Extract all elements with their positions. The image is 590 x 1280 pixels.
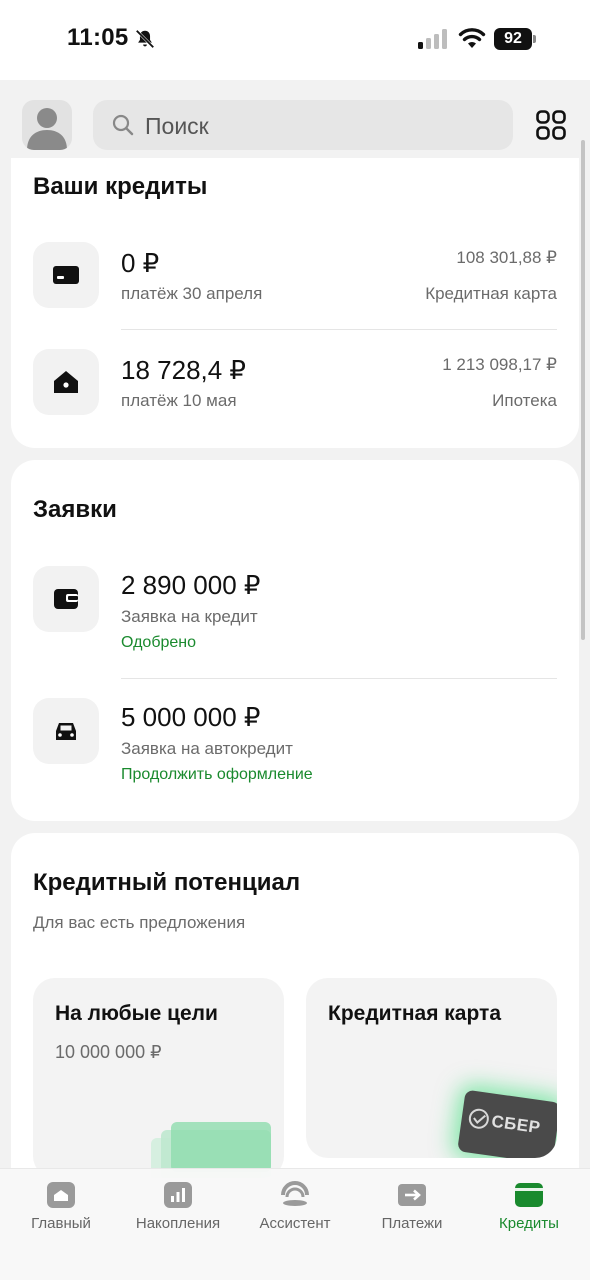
tab-home[interactable]: Главный (6, 1181, 116, 1241)
offer-any-purpose[interactable]: На любые цели 10 000 000 ₽ (33, 978, 284, 1178)
avatar[interactable] (22, 100, 72, 150)
bell-muted-icon (135, 29, 155, 49)
offer-credit-card[interactable]: Кредитная карта СБЕР (306, 978, 557, 1158)
sber-card-illustration: СБЕР (457, 1089, 557, 1158)
status-bar: 11:05 92 (0, 0, 590, 80)
credit-type: Кредитная карта (425, 284, 557, 303)
divider (121, 329, 557, 330)
offer-amount: 10 000 000 ₽ (55, 1042, 162, 1062)
offer-title: Кредитная карта (328, 1002, 502, 1025)
divider (121, 678, 557, 679)
application-amount: 5 000 000 ₽ (121, 702, 261, 732)
user-silhouette-icon (27, 108, 67, 150)
credit-type: Ипотека (492, 391, 557, 410)
tab-bar: Главный Накопления Ассистент Платежи Кре… (0, 1168, 590, 1280)
search-placeholder: Поиск (145, 113, 209, 139)
credit-card-icon-box (33, 242, 99, 308)
house-icon (54, 371, 78, 393)
application-amount: 2 890 000 ₽ (121, 570, 261, 600)
battery-tip (533, 35, 536, 43)
application-label: Заявка на автокредит (121, 739, 293, 758)
tab-savings[interactable]: Накопления (123, 1181, 233, 1241)
credits-card: Ваши кредиты 0 ₽ платёж 30 апреля 108 30… (11, 158, 579, 448)
savings-chart-icon (164, 1182, 192, 1208)
card-brand: СБЕР (490, 1111, 542, 1138)
credit-amount: 0 ₽ (121, 248, 160, 278)
tab-label: Ассистент (259, 1215, 331, 1232)
continue-application-link[interactable]: Продолжить оформление (121, 766, 313, 784)
battery-level: 92 (494, 28, 532, 50)
offer-title: На любые цели (55, 1002, 218, 1025)
potential-subtitle: Для вас есть предложения (33, 913, 246, 932)
tab-label: Главный (31, 1215, 91, 1232)
signal-icon (418, 29, 447, 49)
apps-grid-icon[interactable] (536, 110, 566, 140)
credit-total: 1 213 098,17 ₽ (442, 355, 557, 374)
tab-credits[interactable]: Кредиты (474, 1181, 584, 1241)
top-bar: Поиск (0, 80, 590, 170)
tab-label: Платежи (381, 1215, 443, 1232)
credit-payment-date: платёж 10 мая (121, 391, 237, 410)
assistant-icon (281, 1181, 309, 1206)
credit-total: 108 301,88 ₽ (456, 248, 557, 267)
application-status: Одобрено (121, 634, 197, 651)
home-icon (47, 1182, 75, 1208)
status-time: 11:05 (67, 24, 129, 51)
scrollbar[interactable] (581, 140, 585, 640)
payments-arrow-icon (398, 1184, 426, 1206)
car-icon (56, 723, 76, 740)
tab-label: Кредиты (499, 1215, 559, 1232)
credit-amount: 18 728,4 ₽ (121, 355, 246, 385)
credit-payment-date: платёж 30 апреля (121, 284, 263, 303)
mortgage-icon-box (33, 349, 99, 415)
sber-logo-icon (468, 1108, 489, 1129)
tab-payments[interactable]: Платежи (357, 1181, 467, 1241)
application-label: Заявка на кредит (121, 607, 258, 626)
credits-wallet-icon (515, 1183, 543, 1207)
applications-card: Заявки 2 890 000 ₽ Заявка на кредит Одоб… (11, 460, 579, 821)
potential-title: Кредитный потенциал (33, 869, 301, 896)
wallet-icon (54, 589, 78, 609)
tab-label: Накопления (135, 1215, 221, 1232)
card-icon (53, 266, 79, 284)
search-input[interactable]: Поиск (93, 100, 513, 150)
search-icon (112, 114, 134, 136)
car-icon-box (33, 698, 99, 764)
tab-assistant[interactable]: Ассистент (240, 1181, 350, 1241)
applications-title: Заявки (33, 496, 117, 523)
battery-indicator: 92 (494, 28, 536, 50)
credits-title: Ваши кредиты (33, 173, 208, 200)
wifi-icon (458, 28, 486, 48)
loan-icon-box (33, 566, 99, 632)
